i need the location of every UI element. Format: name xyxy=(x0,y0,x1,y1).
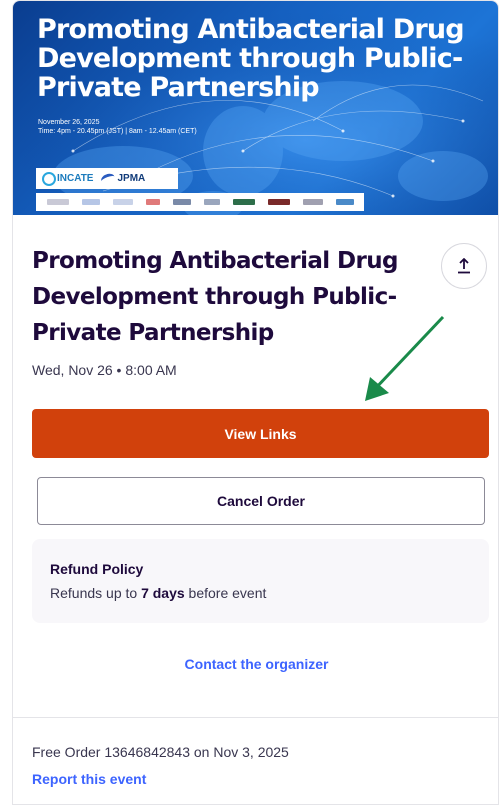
banner-date: November 26, 2025 xyxy=(38,119,100,126)
refund-prefix: Refunds up to xyxy=(50,585,142,601)
event-banner: Promoting Antibacterial Drug Development… xyxy=(13,1,498,215)
order-info: Free Order 13646842843 on Nov 3, 2025 xyxy=(32,744,289,760)
refund-policy-text: Refunds up to 7 days before event xyxy=(50,585,471,601)
cancel-order-button[interactable]: Cancel Order xyxy=(37,477,485,525)
sponsor-logo xyxy=(172,199,191,205)
refund-days: 7 days xyxy=(141,585,185,601)
refund-policy-title: Refund Policy xyxy=(50,561,144,577)
share-button[interactable] xyxy=(441,243,487,289)
view-links-button[interactable]: View Links xyxy=(32,409,489,458)
event-card: Promoting Antibacterial Drug Development… xyxy=(12,0,499,805)
event-date: Wed, Nov 26 • 8:00 AM xyxy=(32,362,177,378)
contact-organizer-link[interactable]: Contact the organizer xyxy=(13,656,498,672)
annotation-arrow-icon xyxy=(365,315,445,401)
sponsor-logo xyxy=(335,199,354,205)
report-event-link[interactable]: Report this event xyxy=(32,771,146,787)
cincate-logo: INCATE xyxy=(42,171,94,186)
cincate-logo-text: INCATE xyxy=(57,173,94,184)
refund-suffix: before event xyxy=(184,585,267,601)
sponsor-logo xyxy=(302,199,323,205)
page: Promoting Antibacterial Drug Development… xyxy=(0,0,499,805)
jpma-swoosh-icon xyxy=(100,171,117,186)
sponsor-logo xyxy=(112,199,133,205)
sponsor-logo xyxy=(46,199,69,205)
cincate-ring-icon xyxy=(42,171,56,186)
jpma-logo: JPMA xyxy=(100,171,146,186)
sponsor-logos xyxy=(36,193,364,211)
share-upload-icon xyxy=(458,258,470,274)
sponsor-logo xyxy=(267,199,290,205)
sponsor-logo xyxy=(232,199,255,205)
sponsor-logo xyxy=(81,199,100,205)
jpma-logo-text: JPMA xyxy=(117,173,146,184)
sponsor-logo xyxy=(145,199,160,205)
banner-time: Time: 4pm - 20.45pm (JST) | 8am - 12.45a… xyxy=(38,128,197,135)
organizer-logos: INCATE JPMA xyxy=(36,168,178,189)
refund-policy-box: Refund Policy Refunds up to 7 days befor… xyxy=(32,539,489,623)
banner-title: Promoting Antibacterial Drug Development… xyxy=(37,14,465,103)
sponsor-logo xyxy=(203,199,220,205)
divider xyxy=(13,717,498,718)
